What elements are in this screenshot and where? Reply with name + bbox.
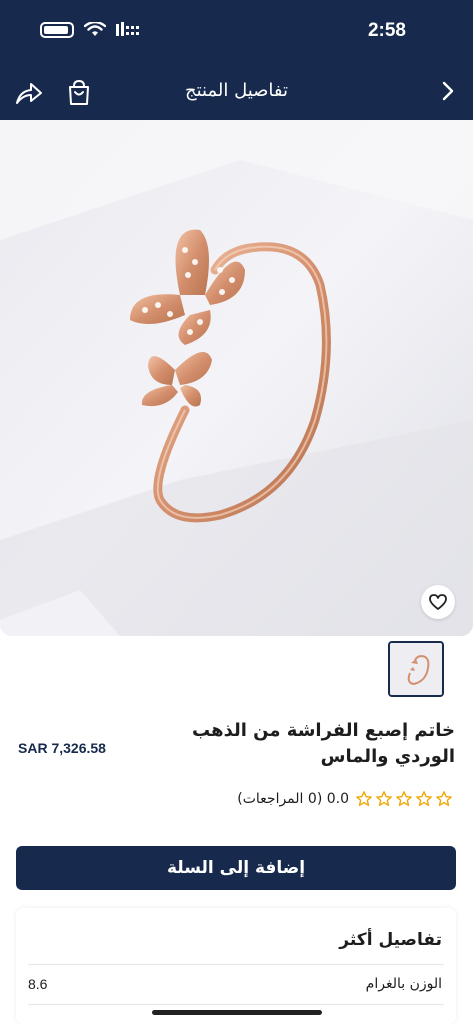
- star-icon: [376, 791, 392, 806]
- ring-photo: [0, 120, 473, 636]
- app-header: 2:58 تفاصيل المنتج: [0, 0, 473, 120]
- navbar: تفاصيل المنتج: [0, 72, 473, 116]
- star-icon: [436, 791, 452, 806]
- shopping-bag-icon: [69, 79, 89, 105]
- heart-icon: [429, 594, 447, 610]
- product-thumbnail[interactable]: [388, 641, 444, 697]
- product-title: خاتم إصبع الفراشة من الذهب الوردي والماس: [192, 720, 455, 767]
- divider: [28, 1004, 444, 1005]
- wifi-icon: [84, 22, 106, 36]
- rating-stars: [355, 790, 453, 808]
- rating-text: 0.0 (0 المراجعات): [237, 791, 349, 807]
- chevron-right-icon: [442, 81, 454, 101]
- divider: [28, 964, 444, 965]
- status-time: 2:58: [367, 20, 406, 41]
- star-icon: [356, 791, 372, 806]
- more-details-title: تفاصيل أكثر: [339, 930, 442, 950]
- favorite-button[interactable]: [421, 585, 455, 619]
- status-bar: 2:58: [0, 0, 473, 64]
- product-price: SAR 7,326.58: [18, 740, 106, 756]
- spec-value-weight: 8.6: [28, 976, 48, 992]
- battery-icon: [40, 22, 74, 38]
- rating-row[interactable]: 0.0 (0 المراجعات): [237, 790, 453, 808]
- product-image[interactable]: [0, 120, 473, 636]
- star-icon: [416, 791, 432, 806]
- back-button[interactable]: [441, 80, 455, 107]
- more-details-card: تفاصيل أكثر الوزن بالغرام 8.6: [16, 908, 456, 1024]
- home-indicator[interactable]: [152, 1010, 322, 1015]
- spec-label-weight: الوزن بالغرام: [365, 976, 442, 992]
- star-icon: [396, 791, 412, 806]
- ring-thumbnail-image: [390, 643, 442, 695]
- share-button[interactable]: [14, 78, 44, 108]
- share-icon: [16, 83, 42, 104]
- add-to-cart-button[interactable]: إضافة إلى السلة: [16, 846, 456, 890]
- status-icons: [40, 22, 142, 38]
- signal-icon: [116, 22, 139, 36]
- cart-button[interactable]: [64, 78, 94, 108]
